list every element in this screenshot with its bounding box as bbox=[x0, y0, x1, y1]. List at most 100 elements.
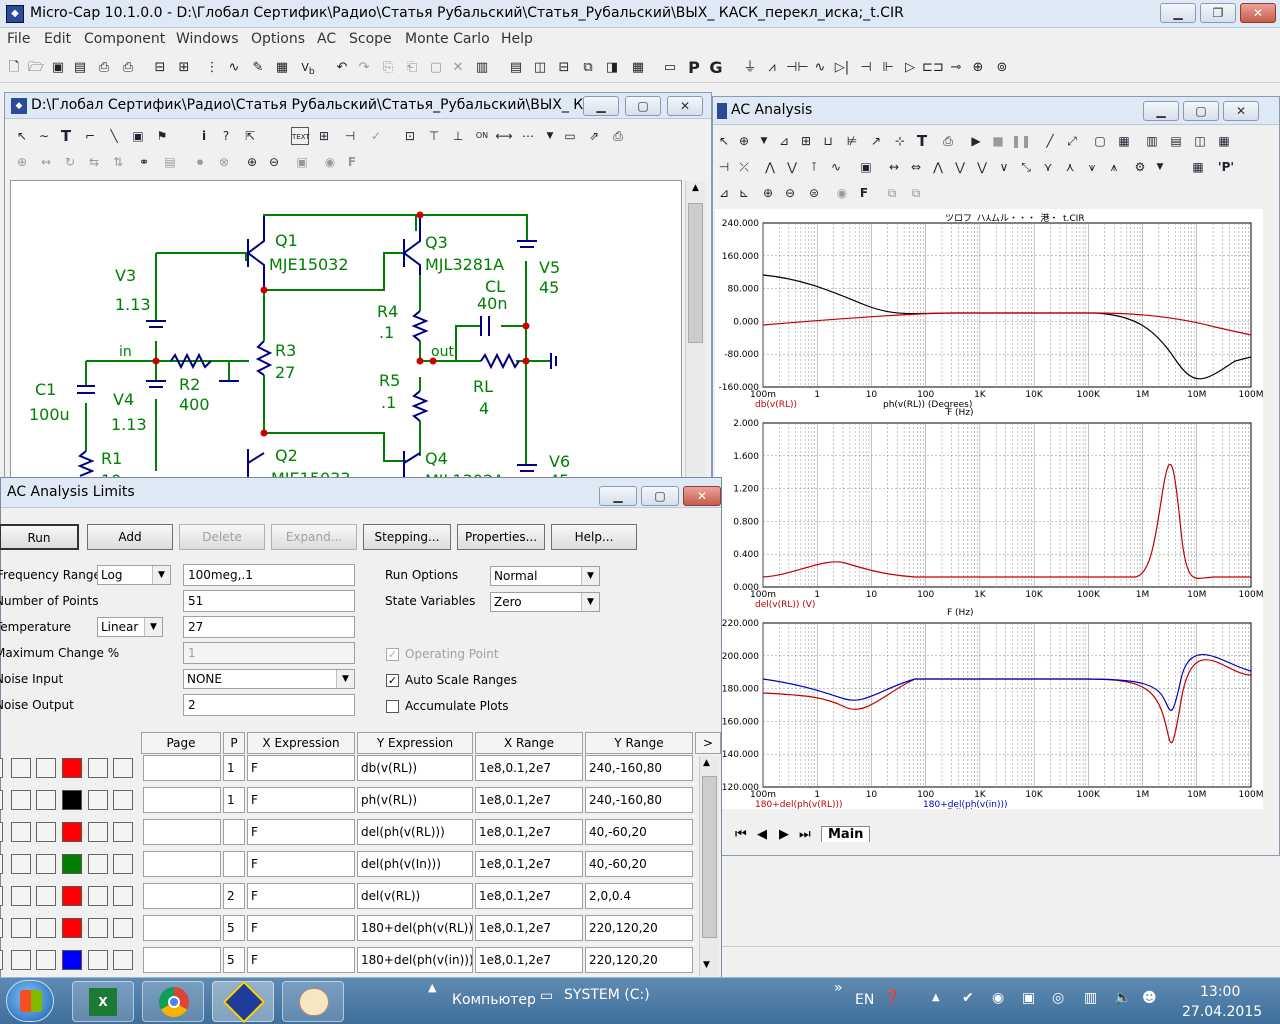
row-y-expression[interactable]: del(v(RL)) bbox=[357, 883, 473, 909]
switch-icon[interactable]: ⊏⊐ bbox=[922, 58, 944, 78]
ac-copy-icon[interactable]: ⧉ bbox=[883, 184, 901, 202]
row-wave-icon[interactable] bbox=[113, 886, 133, 906]
run-button[interactable]: Run bbox=[0, 524, 79, 550]
tab-next-icon[interactable]: ▶ bbox=[779, 827, 789, 842]
run-options-select[interactable]: Normal ▼ bbox=[490, 566, 600, 586]
image-icon[interactable]: ▣ bbox=[293, 153, 311, 171]
binoculars-icon[interactable]: ⚭ bbox=[135, 153, 153, 171]
row-color-swatch[interactable] bbox=[62, 822, 82, 842]
row-wave-icon[interactable] bbox=[113, 822, 133, 842]
menu-options[interactable]: Options bbox=[251, 31, 305, 47]
network-icon[interactable]: ▥ bbox=[1084, 990, 1097, 1006]
op-amp-icon[interactable]: ▷ bbox=[900, 58, 920, 78]
ac-zoom-out-icon[interactable]: ⊖ bbox=[781, 184, 799, 202]
row-x-expression[interactable]: F bbox=[247, 755, 355, 781]
row-grid-icon[interactable] bbox=[88, 822, 108, 842]
schematic-scrollbar[interactable]: ▲ bbox=[685, 181, 705, 489]
row-y-expression[interactable]: 180+del(ph(v(RL))) bbox=[357, 915, 473, 941]
row-lines-icon[interactable] bbox=[11, 758, 31, 778]
ac-plot-area[interactable]: ツロフ_ハ⅄ムル・・・_港・_t.CIR 240.000 160.000 80.00… bbox=[715, 209, 1263, 818]
ac-text-icon[interactable]: T bbox=[913, 132, 931, 150]
ac-component-icon[interactable]: ⊕ bbox=[735, 132, 753, 150]
row-plot-icon[interactable] bbox=[0, 822, 3, 842]
start-button[interactable] bbox=[6, 980, 54, 1022]
frequency-mode-select[interactable]: Log ▼ bbox=[97, 565, 171, 585]
row-wave-icon[interactable] bbox=[113, 918, 133, 938]
ac-tag-icon[interactable]: ↗ bbox=[867, 132, 885, 150]
ac-close-button[interactable]: ✕ bbox=[1223, 101, 1259, 121]
picture-icon[interactable]: ▦ bbox=[272, 58, 292, 78]
row-table-icon[interactable] bbox=[36, 854, 56, 874]
wire-icon[interactable]: ∼ bbox=[35, 127, 53, 145]
marker-icon[interactable]: ⊚ bbox=[992, 58, 1012, 78]
row-plot-icon[interactable] bbox=[0, 854, 3, 874]
menu-windows[interactable]: Windows bbox=[176, 31, 239, 47]
row-grid-icon[interactable] bbox=[88, 918, 108, 938]
font-icon[interactable]: F bbox=[343, 153, 361, 171]
auto-scale-ranges-checkbox[interactable]: ✓ bbox=[386, 674, 399, 687]
line-icon[interactable]: ╲ bbox=[105, 127, 123, 145]
print-icon[interactable]: ⎙ bbox=[118, 58, 138, 78]
ac-maximize-button[interactable]: ▢ bbox=[1183, 101, 1219, 121]
row-table-icon[interactable] bbox=[36, 758, 56, 778]
clock-date[interactable]: 27.04.2015 bbox=[1182, 1004, 1262, 1020]
delete-icon[interactable]: ✕ bbox=[448, 58, 468, 78]
dialog-close-button[interactable]: ✕ bbox=[683, 486, 721, 506]
ac-fall-icon[interactable]: ∨ bbox=[995, 158, 1013, 176]
maximum-change-input[interactable]: 1 bbox=[183, 642, 355, 664]
row-wave-icon[interactable] bbox=[113, 790, 133, 810]
component-icon[interactable]: ⊟ bbox=[150, 58, 170, 78]
scroll-thumb[interactable] bbox=[688, 203, 703, 343]
expand-button[interactable]: Expand... bbox=[271, 524, 357, 550]
tray-app1-icon[interactable]: ✔ bbox=[962, 990, 974, 1006]
add-button[interactable]: Add bbox=[87, 524, 173, 550]
row-x-expression[interactable]: F bbox=[247, 915, 355, 941]
window-horizontal-icon[interactable]: ⊟ bbox=[554, 58, 574, 78]
col-more[interactable]: > bbox=[695, 732, 721, 754]
row-page-cell[interactable] bbox=[143, 819, 221, 845]
row-lines-icon[interactable] bbox=[11, 918, 31, 938]
grid-tool-icon[interactable]: ⊞ bbox=[315, 127, 333, 145]
row-p-cell[interactable]: 2 bbox=[223, 883, 245, 909]
row-y-expression[interactable]: 180+del(ph(v(in))) bbox=[357, 947, 473, 973]
cut-icon[interactable]: ▢ bbox=[426, 58, 446, 78]
table-scroll-thumb[interactable] bbox=[702, 776, 717, 938]
ac-bottom-icon[interactable]: ⩛ bbox=[1083, 158, 1101, 176]
ac-peak2-icon[interactable]: ⋀ bbox=[761, 158, 779, 176]
row-y-expression[interactable]: del(ph(v(RL))) bbox=[357, 819, 473, 845]
ac-high-icon[interactable]: ⊺ bbox=[805, 158, 823, 176]
export-icon[interactable]: ⎙ bbox=[609, 127, 627, 145]
grid-icon[interactable]: ⋮ bbox=[202, 58, 222, 78]
state-variables-select[interactable]: Zero ▼ bbox=[490, 592, 600, 612]
palette-icon[interactable]: ◉ bbox=[321, 153, 339, 171]
row-x-expression[interactable]: F bbox=[247, 851, 355, 877]
row-grid-icon[interactable] bbox=[88, 854, 108, 874]
check-icon[interactable]: ✓ bbox=[367, 127, 385, 145]
row-p-cell[interactable] bbox=[223, 819, 245, 845]
row-y-range[interactable]: 220,120,20 bbox=[585, 947, 693, 973]
taskbar-excel[interactable]: X bbox=[72, 981, 134, 1022]
bounds-icon[interactable]: ▭ bbox=[561, 127, 579, 145]
window-stack-icon[interactable]: ◨ bbox=[602, 58, 622, 78]
language-indicator[interactable]: EN bbox=[855, 992, 874, 1008]
pin-connect-icon[interactable]: ⊥ bbox=[449, 127, 467, 145]
menu-component[interactable]: Component bbox=[84, 31, 165, 47]
help-tray-icon[interactable]: ❓ bbox=[883, 990, 900, 1006]
row-y-range[interactable]: 240,-160,80 bbox=[585, 787, 693, 813]
ac-max-icon[interactable]: ⋏ bbox=[1061, 158, 1079, 176]
dialog-minimize-button[interactable]: ▁ bbox=[599, 486, 637, 506]
help-cursor-icon[interactable]: ? bbox=[217, 127, 235, 145]
ac-export-icon[interactable]: ⎙ bbox=[939, 132, 957, 150]
ac-rise-icon[interactable]: ⋁ bbox=[973, 158, 991, 176]
table-scroll-up-icon[interactable]: ▲ bbox=[703, 758, 710, 768]
stop-icon[interactable]: ⏺ bbox=[191, 153, 209, 171]
volume-icon[interactable]: 🔈 bbox=[1114, 990, 1131, 1006]
text-icon[interactable]: Vb bbox=[298, 58, 318, 78]
row-plot-icon[interactable] bbox=[0, 790, 3, 810]
ac-vert-icon[interactable]: ▥ bbox=[1143, 132, 1161, 150]
bus-icon[interactable]: ⟷ bbox=[495, 127, 513, 145]
help-button[interactable]: Help... bbox=[551, 524, 637, 550]
menu-file[interactable]: File bbox=[7, 31, 30, 47]
temperature-mode-select[interactable]: Linear ▼ bbox=[97, 617, 163, 637]
dialog-maximize-button[interactable]: ▢ bbox=[641, 486, 679, 506]
